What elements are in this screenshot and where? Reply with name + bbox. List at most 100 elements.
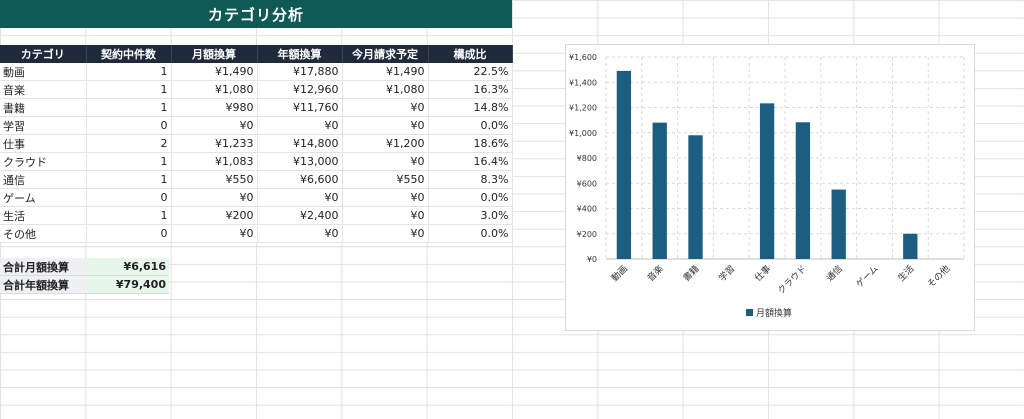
- cell-monthly[interactable]: ¥550: [171, 170, 258, 189]
- cell-yearly[interactable]: ¥0: [257, 116, 343, 135]
- x-tick-label: クラウド: [776, 263, 809, 296]
- x-tick-label: 書籍: [680, 263, 701, 284]
- cell-share[interactable]: 14.8%: [428, 98, 513, 117]
- x-tick-label: 学習: [716, 263, 737, 284]
- cell-share[interactable]: 22.5%: [428, 63, 513, 81]
- total-yearly-row: 合計年額換算 ¥79,400: [0, 275, 169, 294]
- cell-share[interactable]: 18.6%: [428, 134, 513, 153]
- cell-billing[interactable]: ¥0: [342, 116, 429, 135]
- cell-category[interactable]: クラウド: [0, 152, 87, 171]
- cell-share[interactable]: 8.3%: [428, 170, 513, 189]
- cell-yearly[interactable]: ¥2,400: [257, 206, 343, 225]
- cell-monthly[interactable]: ¥200: [171, 206, 258, 225]
- cell-yearly[interactable]: ¥14,800: [257, 134, 343, 153]
- cell-monthly[interactable]: ¥0: [171, 224, 258, 243]
- total-yearly-value[interactable]: ¥79,400: [85, 275, 169, 294]
- table-row: 動画 1 ¥1,490 ¥17,880 ¥1,490 22.5%: [0, 63, 513, 81]
- cell-billing[interactable]: ¥0: [342, 224, 429, 243]
- cell-category[interactable]: 学習: [0, 116, 87, 135]
- cell-share[interactable]: 16.4%: [428, 152, 513, 171]
- bar: [831, 189, 846, 259]
- cell-category[interactable]: 動画: [0, 63, 87, 81]
- sheet-title: カテゴリ分析: [0, 0, 512, 28]
- y-tick-label: ¥800: [577, 154, 597, 163]
- cell-category[interactable]: 生活: [0, 206, 87, 225]
- table-row: ゲーム 0 ¥0 ¥0 ¥0 0.0%: [0, 188, 513, 207]
- header-billing[interactable]: 今月請求予定: [342, 45, 429, 63]
- cell-monthly[interactable]: ¥1,083: [171, 152, 258, 171]
- cell-billing[interactable]: ¥1,200: [342, 134, 429, 153]
- cell-billing[interactable]: ¥0: [342, 188, 429, 207]
- cell-yearly[interactable]: ¥11,760: [257, 98, 343, 117]
- table-row: 通信 1 ¥550 ¥6,600 ¥550 8.3%: [0, 170, 513, 189]
- cell-monthly[interactable]: ¥0: [171, 116, 258, 135]
- bar: [759, 103, 775, 259]
- cell-yearly[interactable]: ¥0: [257, 188, 343, 207]
- total-monthly-value[interactable]: ¥6,616: [85, 258, 169, 276]
- cell-billing[interactable]: ¥550: [342, 170, 429, 189]
- cell-count[interactable]: 0: [86, 116, 172, 135]
- header-monthly[interactable]: 月額換算: [171, 45, 258, 63]
- cell-monthly[interactable]: ¥0: [171, 188, 258, 207]
- header-category[interactable]: カテゴリ: [0, 45, 87, 63]
- legend-label: 月額換算: [756, 307, 792, 319]
- cell-monthly[interactable]: ¥1,080: [171, 80, 258, 99]
- x-tick-label: 通信: [824, 263, 845, 284]
- cell-monthly[interactable]: ¥980: [171, 98, 258, 117]
- cell-count[interactable]: 0: [86, 188, 172, 207]
- cell-category[interactable]: その他: [0, 224, 87, 243]
- cell-yearly[interactable]: ¥12,960: [257, 80, 343, 99]
- cell-billing[interactable]: ¥1,080: [342, 80, 429, 99]
- monthly-bar-chart[interactable]: ¥0 ¥200 ¥400 ¥600 ¥800 ¥1,000 ¥1,200 ¥1,400 ¥1,6…: [565, 44, 975, 331]
- cell-count[interactable]: 0: [86, 224, 172, 243]
- cell-category[interactable]: 通信: [0, 170, 87, 189]
- cell-monthly[interactable]: ¥1,233: [171, 134, 258, 153]
- x-tick-label: ゲーム: [853, 263, 880, 290]
- cell-share[interactable]: 0.0%: [428, 224, 513, 243]
- header-share[interactable]: 構成比: [428, 45, 513, 63]
- table-row: 生活 1 ¥200 ¥2,400 ¥0 3.0%: [0, 206, 513, 225]
- y-tick-label: ¥600: [577, 179, 597, 188]
- cell-share[interactable]: 3.0%: [428, 206, 513, 225]
- table-row: クラウド 1 ¥1,083 ¥13,000 ¥0 16.4%: [0, 152, 513, 171]
- cell-billing[interactable]: ¥0: [342, 152, 429, 171]
- total-monthly-label[interactable]: 合計月額換算: [0, 258, 85, 276]
- bar: [688, 135, 703, 259]
- category-table: カテゴリ 契約中件数 月額換算 年額換算 今月請求予定 構成比 動画 1 ¥1,49…: [0, 45, 513, 243]
- cell-count[interactable]: 1: [86, 170, 172, 189]
- cell-count[interactable]: 1: [86, 152, 172, 171]
- cell-count[interactable]: 1: [86, 63, 172, 81]
- table-row: 仕事 2 ¥1,233 ¥14,800 ¥1,200 18.6%: [0, 134, 513, 153]
- total-yearly-label[interactable]: 合計年額換算: [0, 275, 85, 294]
- header-yearly[interactable]: 年額換算: [257, 45, 343, 63]
- cell-billing[interactable]: ¥1,490: [342, 63, 429, 81]
- cell-share[interactable]: 0.0%: [428, 188, 513, 207]
- bar: [903, 233, 918, 259]
- x-tick-label: その他: [925, 263, 953, 291]
- x-tick-label: 仕事: [752, 263, 773, 284]
- cell-billing[interactable]: ¥0: [342, 98, 429, 117]
- x-tick-label: 動画: [610, 263, 631, 284]
- legend-swatch: [746, 309, 753, 316]
- cell-count[interactable]: 1: [86, 80, 172, 99]
- y-tick-label: ¥1,400: [569, 78, 597, 87]
- cell-yearly[interactable]: ¥17,880: [257, 63, 343, 81]
- cell-category[interactable]: 仕事: [0, 134, 87, 153]
- cell-count[interactable]: 2: [86, 134, 172, 153]
- cell-billing[interactable]: ¥0: [342, 206, 429, 225]
- cell-category[interactable]: ゲーム: [0, 188, 87, 207]
- cell-count[interactable]: 1: [86, 98, 172, 117]
- cell-category[interactable]: 書籍: [0, 98, 87, 117]
- cell-share[interactable]: 0.0%: [428, 116, 513, 135]
- y-tick-label: ¥1,000: [569, 129, 597, 138]
- bar: [652, 122, 667, 260]
- cell-share[interactable]: 16.3%: [428, 80, 513, 99]
- cell-category[interactable]: 音楽: [0, 80, 87, 99]
- cell-yearly[interactable]: ¥6,600: [257, 170, 343, 189]
- cell-yearly[interactable]: ¥13,000: [257, 152, 343, 171]
- cell-count[interactable]: 1: [86, 206, 172, 225]
- table-row: 学習 0 ¥0 ¥0 ¥0 0.0%: [0, 116, 513, 135]
- header-count[interactable]: 契約中件数: [86, 45, 172, 63]
- cell-monthly[interactable]: ¥1,490: [171, 63, 258, 81]
- cell-yearly[interactable]: ¥0: [257, 224, 343, 243]
